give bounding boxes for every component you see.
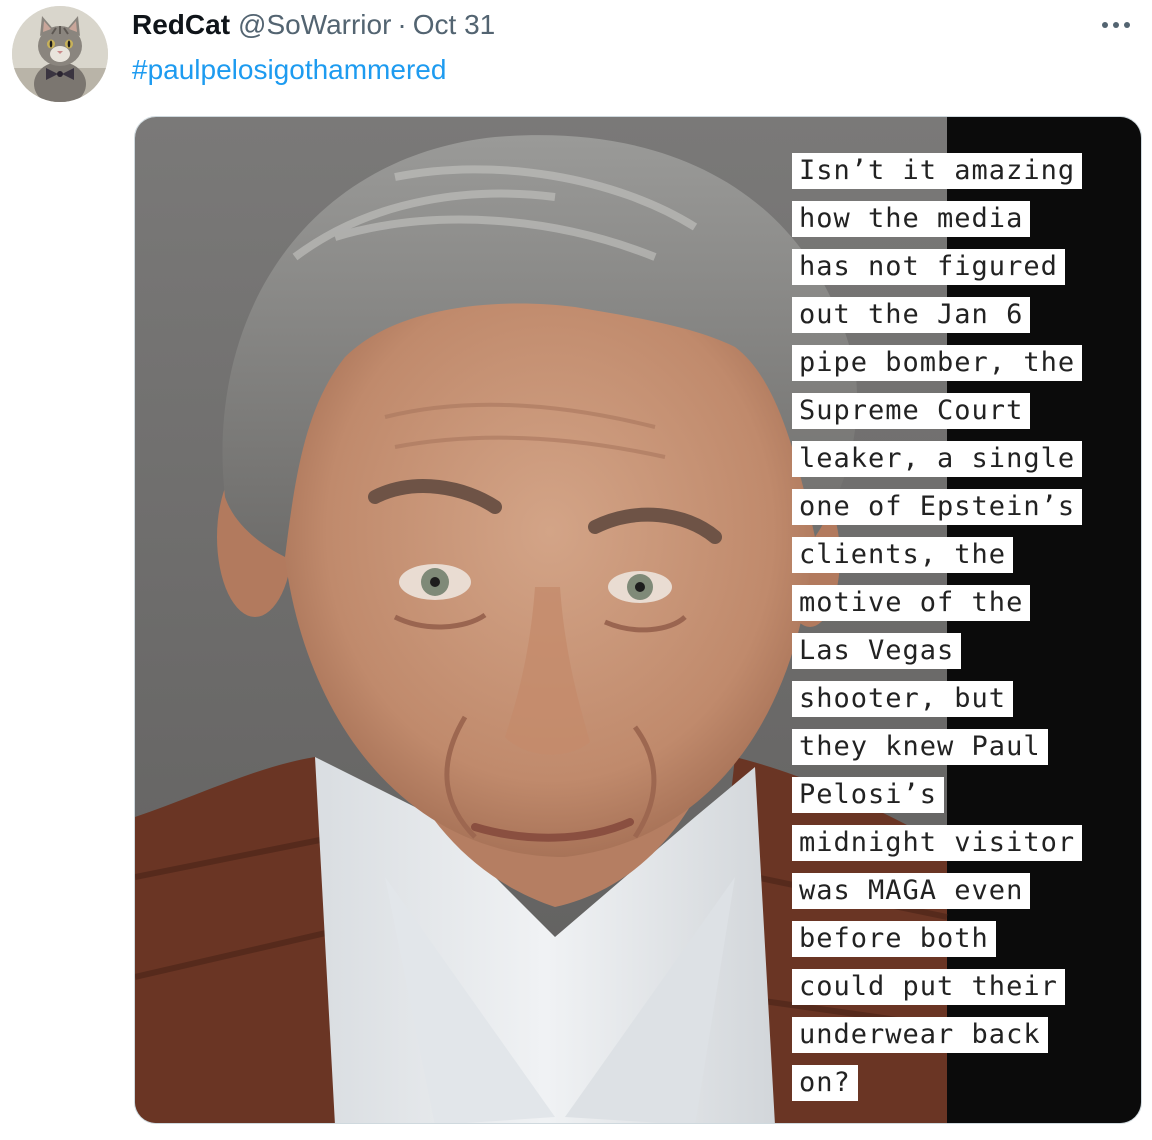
tweet-date[interactable]: Oct 31 (413, 9, 495, 41)
author-handle[interactable]: @SoWarrior (238, 9, 391, 41)
caption-line: has not figured (792, 247, 1082, 295)
caption-line: they knew Paul (792, 727, 1082, 775)
caption-line: pipe bomber, the (792, 343, 1083, 391)
caption-line: underwear back (792, 1015, 1082, 1063)
caption-line: Pelosi’s (792, 775, 1082, 823)
caption-line: out the Jan 6 (792, 295, 1082, 343)
caption-line: Isn’t it amazing (792, 151, 1083, 199)
author-display-name[interactable]: RedCat (132, 9, 230, 41)
header-separator: · (397, 9, 407, 40)
caption-line: clients, the (792, 535, 1082, 583)
tweet-media[interactable]: Isn’t it amazing how the media has not f… (134, 116, 1142, 1124)
caption-line: was MAGA even (792, 871, 1082, 919)
more-options-icon[interactable] (1098, 10, 1134, 40)
caption-line: midnight visitor (792, 823, 1083, 871)
caption-line: how the media (792, 199, 1082, 247)
caption-line: Las Vegas (792, 631, 1082, 679)
caption-line: motive of the (792, 583, 1082, 631)
caption-line: shooter, but (792, 679, 1082, 727)
hashtag-link[interactable]: #paulpelosigothammered (132, 54, 446, 86)
caption-line: on? (792, 1063, 1082, 1111)
caption-line: leaker, a single (792, 439, 1083, 487)
caption-line: before both (792, 919, 1082, 967)
caption-line: one of Epstein’s (792, 487, 1083, 535)
tweet: RedCat @SoWarrior · Oct 31 #paulpelosigo… (0, 0, 1152, 1140)
tweet-header: RedCat @SoWarrior · Oct 31 (132, 8, 495, 42)
cat-avatar-icon[interactable] (12, 6, 108, 102)
caption-line: Supreme Court (792, 391, 1082, 439)
image-caption-text: Isn’t it amazing how the media has not f… (792, 151, 1083, 1111)
caption-line: could put their (792, 967, 1082, 1015)
